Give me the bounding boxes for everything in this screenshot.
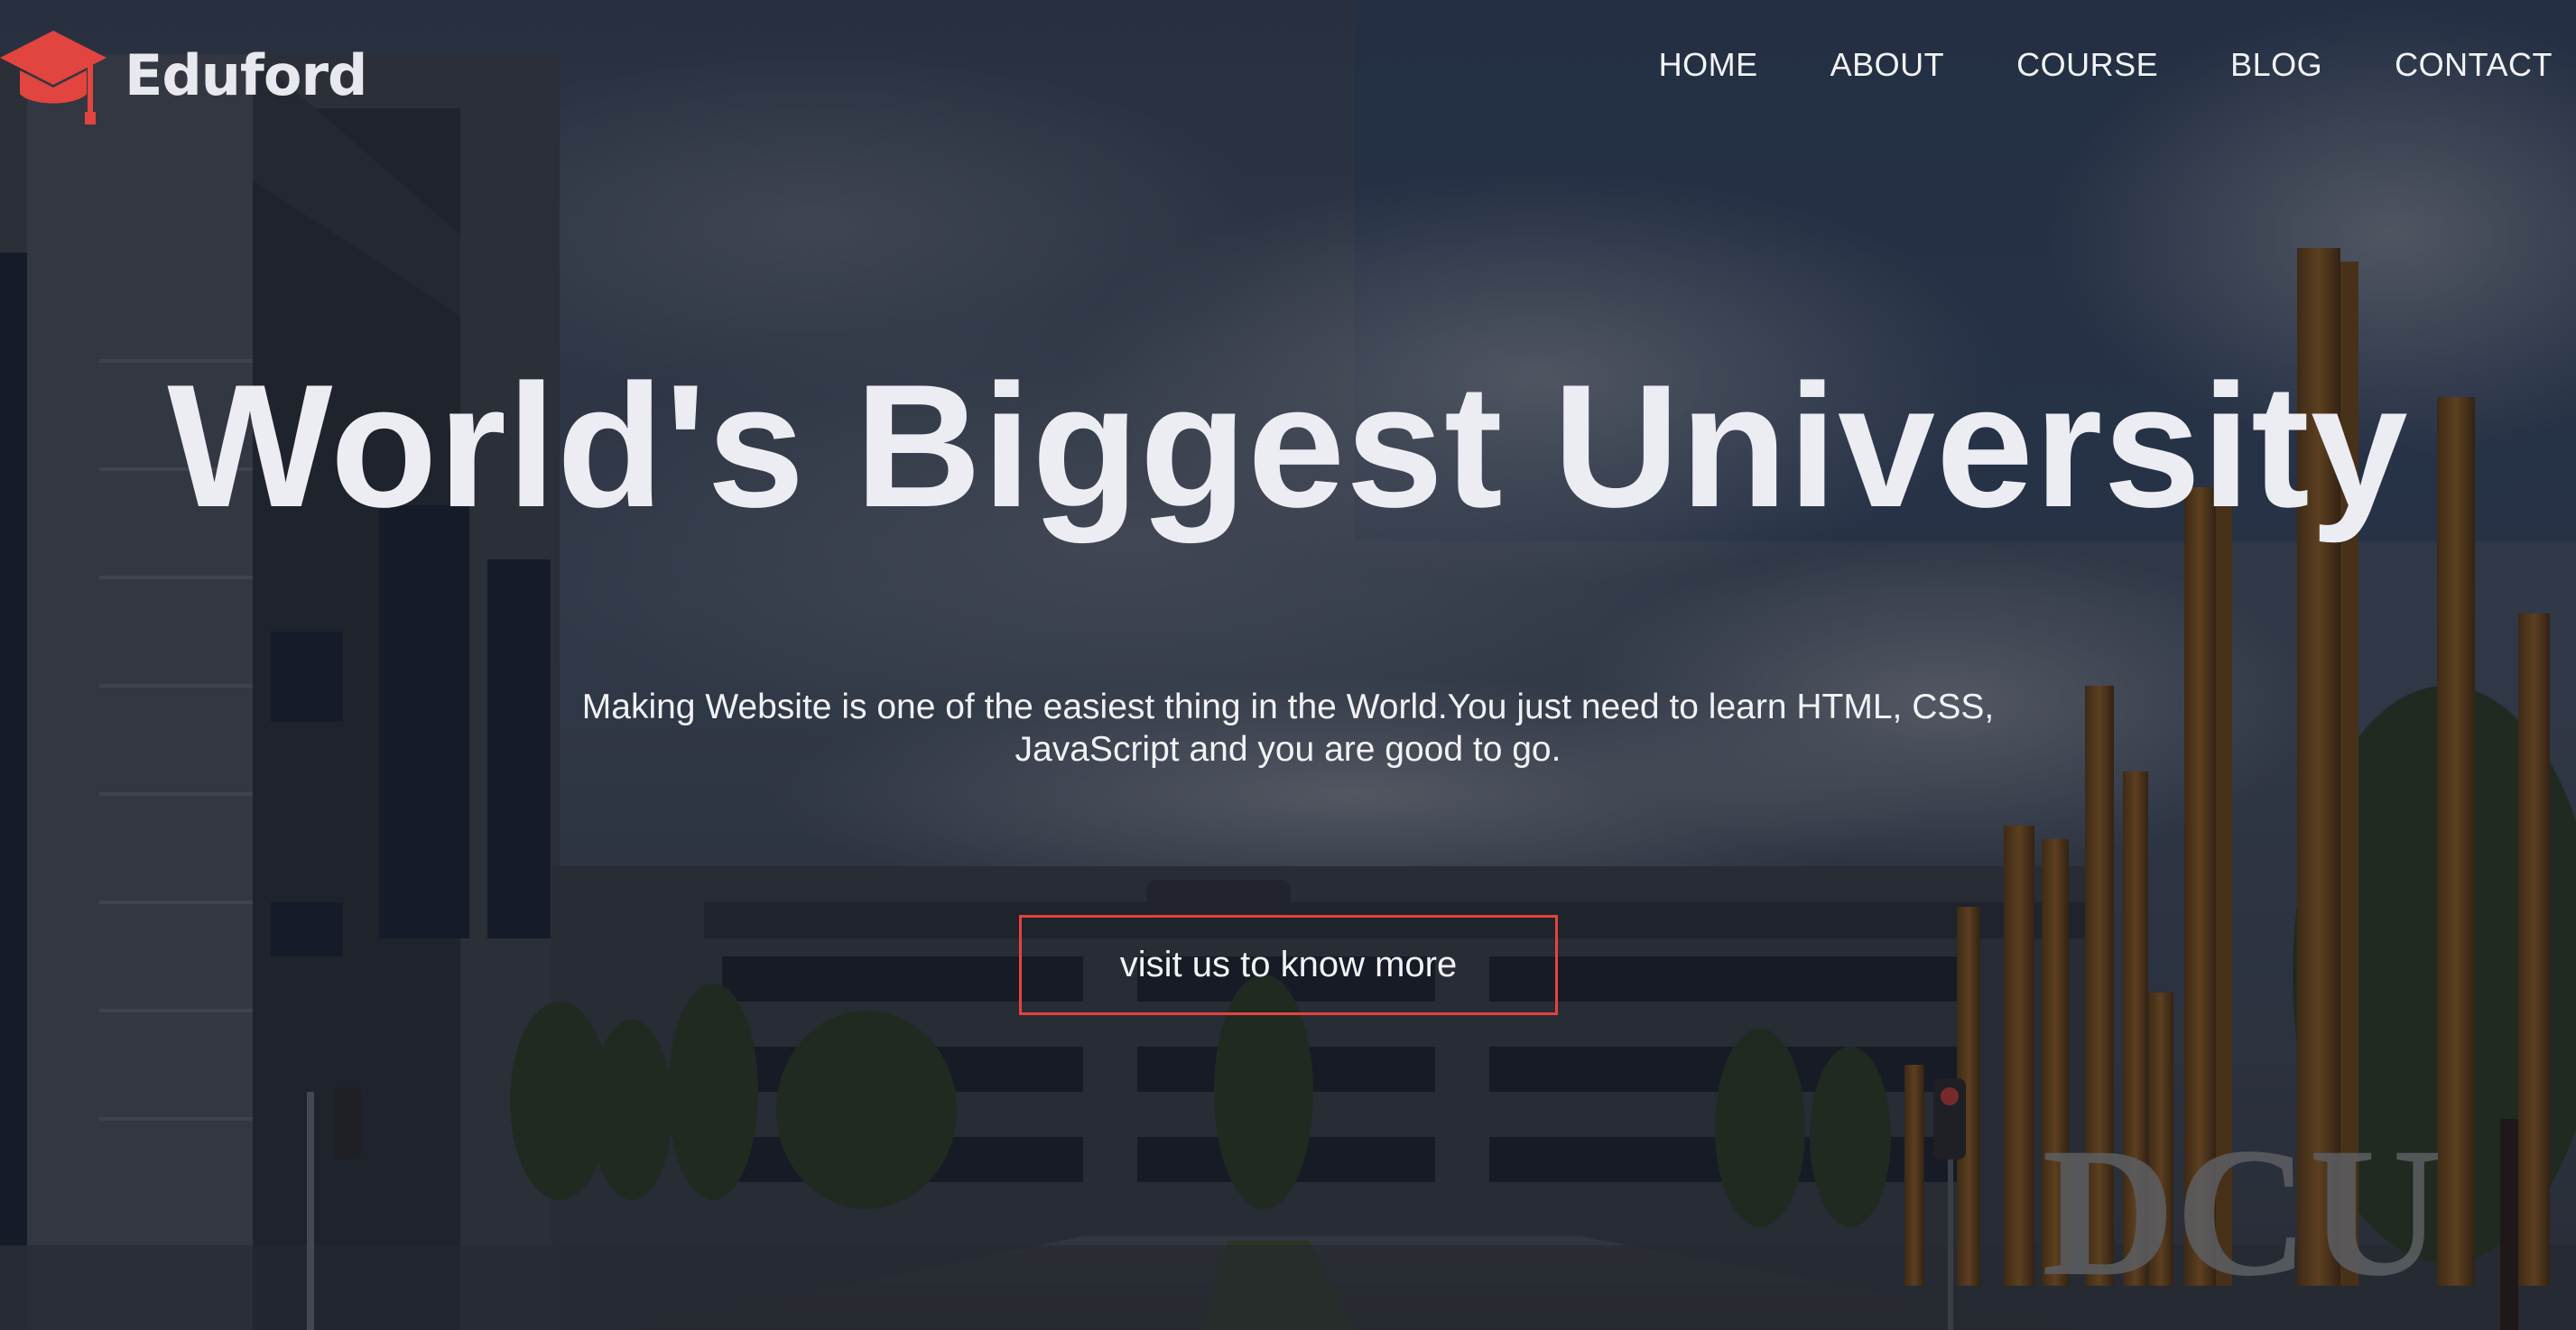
visit-us-button[interactable]: visit us to know more	[1019, 915, 1558, 1015]
hero-subtitle-line-1: Making Website is one of the easiest thi…	[581, 688, 1995, 726]
graduation-cap-icon	[0, 31, 107, 125]
nav-link-contact[interactable]: CONTACT	[2395, 46, 2553, 84]
main-navigation: HOME ABOUT COURSE BLOG CONTACT	[1587, 38, 2553, 92]
nav-link-blog[interactable]: BLOG	[2230, 46, 2322, 84]
hero-title: World's Biggest University	[167, 348, 2409, 544]
hero-section: DCU Eduford HOME ABOUT COURSE BLOG CONTA…	[0, 0, 2576, 1330]
nav-link-home[interactable]: HOME	[1659, 46, 1758, 84]
brand-logo[interactable]: Eduford	[0, 25, 367, 125]
background-dark-overlay	[0, 0, 2576, 1330]
nav-link-about[interactable]: ABOUT	[1830, 46, 1945, 84]
hero-subtitle: Making Website is one of the easiest thi…	[542, 686, 2034, 771]
brand-name: Eduford	[125, 42, 367, 108]
nav-link-course[interactable]: COURSE	[2016, 46, 2158, 84]
hero-subtitle-line-2: JavaScript and you are good to go.	[1015, 730, 1561, 769]
